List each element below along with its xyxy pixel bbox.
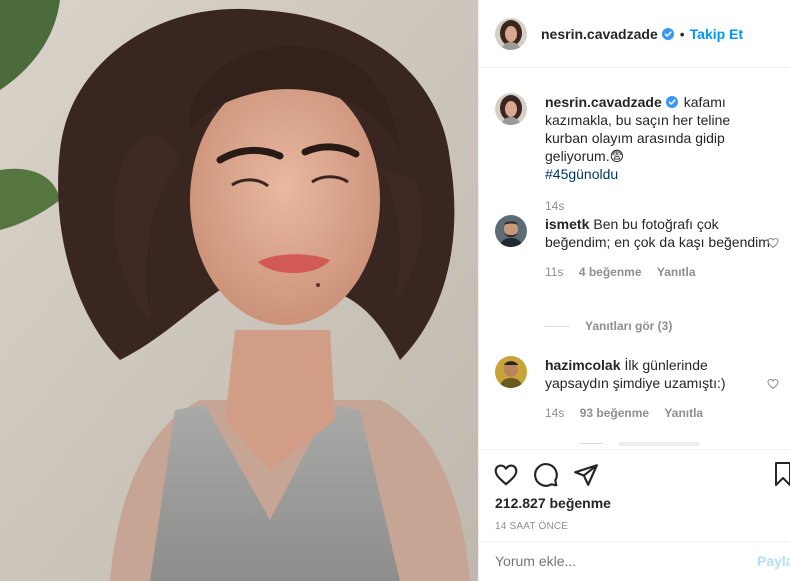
commenter-avatar-image — [495, 215, 527, 247]
author-username[interactable]: nesrin.cavadzade — [541, 26, 658, 42]
like-comment-heart-icon[interactable] — [767, 378, 779, 390]
share-paper-plane-icon[interactable] — [573, 462, 599, 488]
caption-avatar-image — [495, 93, 527, 125]
comment-username[interactable]: hazimcolak — [545, 357, 620, 373]
verified-badge-icon — [661, 27, 674, 40]
caption-avatar[interactable] — [495, 93, 527, 125]
post-actions: 212.827 beğenme 14 SAAT ÖNCE — [479, 449, 790, 541]
post-side-panel: nesrin.cavadzade • Takip Et nesrin.cavad… — [478, 0, 790, 581]
comment-body: hazimcolak İlk günlerinde yapsaydın şimdi… — [545, 356, 775, 392]
caption-username[interactable]: nesrin.cavadzade — [545, 94, 662, 110]
like-heart-icon[interactable] — [493, 462, 519, 488]
comment-time[interactable]: 14s — [545, 406, 564, 420]
commenter-avatar-image — [495, 356, 527, 388]
comment-time[interactable]: 11s — [545, 265, 563, 279]
reply-button[interactable]: Yanıtla — [657, 265, 696, 279]
header-separator: • — [679, 25, 685, 42]
comment-username[interactable]: ismetk — [545, 216, 589, 232]
comment-item: hazimcolak İlk günlerinde yapsaydın şimdi… — [495, 356, 785, 420]
replies-divider-line — [545, 325, 569, 327]
verified-badge-icon — [665, 96, 678, 108]
commenter-avatar[interactable] — [495, 356, 527, 388]
caption-time[interactable]: 14s — [545, 199, 564, 213]
view-replies-button[interactable]: Yanıtları gör (3) — [545, 319, 672, 333]
like-comment-heart-icon[interactable] — [767, 237, 779, 249]
comment-meta: 14s 93 beğenme Yanıtla — [545, 406, 785, 420]
comment-likes[interactable]: 93 beğenme — [580, 406, 649, 420]
selfie-image — [0, 0, 478, 581]
action-icons — [493, 462, 599, 488]
author-avatar-image — [495, 17, 527, 50]
like-count[interactable]: 212.827 beğenme — [495, 495, 611, 511]
caption: nesrin.cavadzade kafamı kazımakla, bu saç… — [495, 93, 785, 213]
comments-list[interactable]: nesrin.cavadzade kafamı kazımakla, bu saç… — [479, 69, 790, 449]
post-header: nesrin.cavadzade • Takip Et — [479, 0, 790, 68]
clipped-next-item — [579, 439, 709, 449]
clipped-text-decoration — [579, 442, 699, 446]
caption-hashtag[interactable]: #45günoldu — [545, 165, 775, 183]
post-comment-button[interactable]: Payla — [757, 553, 790, 569]
comment-input[interactable] — [495, 553, 735, 569]
caption-meta: 14s — [545, 199, 785, 213]
save-bookmark-icon[interactable] — [775, 462, 790, 486]
caption-body: nesrin.cavadzade kafamı kazımakla, bu saç… — [545, 93, 775, 183]
author-avatar[interactable] — [495, 17, 527, 50]
comment-likes[interactable]: 4 beğenme — [579, 265, 642, 279]
view-replies-label: Yanıtları gör (3) — [585, 319, 673, 333]
post-timestamp[interactable]: 14 SAAT ÖNCE — [495, 521, 568, 532]
comment-bubble-icon[interactable] — [533, 462, 559, 488]
commenter-avatar[interactable] — [495, 215, 527, 247]
follow-button[interactable]: Takip Et — [690, 26, 743, 42]
add-comment-bar: Payla — [479, 541, 790, 581]
instagram-post-dialog: nesrin.cavadzade • Takip Et nesrin.cavad… — [0, 0, 790, 581]
reply-button[interactable]: Yanıtla — [664, 406, 703, 420]
comment-meta: 11s 4 beğenme Yanıtla — [545, 265, 785, 279]
comment-body: ismetk Ben bu fotoğrafı çok beğendim; en … — [545, 215, 775, 251]
post-photo[interactable] — [0, 0, 478, 581]
comment-item: ismetk Ben bu fotoğrafı çok beğendim; en … — [495, 215, 785, 279]
